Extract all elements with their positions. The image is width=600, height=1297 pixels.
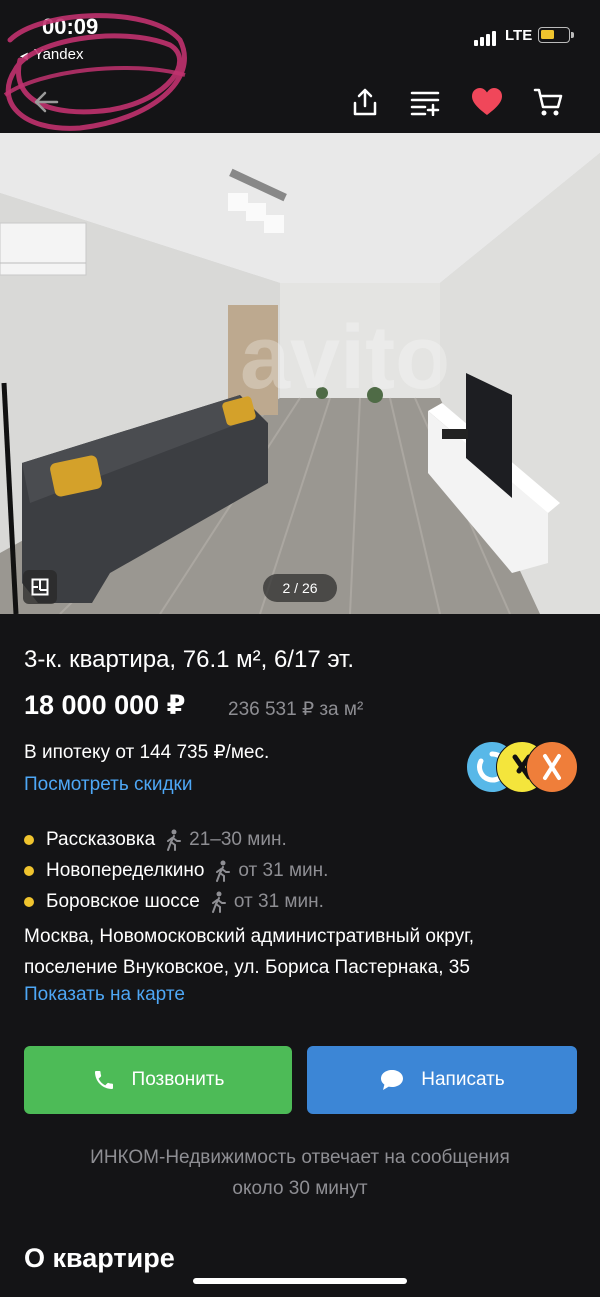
compare-icon [410,91,440,116]
floor-plan-icon [31,578,49,596]
discounts-link[interactable]: Посмотреть скидки [24,774,192,796]
metro-line-dot [24,835,34,845]
share-button[interactable] [343,80,387,124]
reply-line: около 30 минут [232,1178,368,1199]
back-triangle-icon: ◀ [20,51,28,62]
back-to-app-link[interactable]: ◀ Yandex [20,46,83,63]
status-time: 00:09 [42,14,99,39]
call-button-label: Позвонить [131,1069,225,1090]
message-button[interactable]: Написать [307,1046,577,1114]
metro-name: Рассказовка [46,829,156,850]
metro-name: Новопеределкино [46,860,205,881]
message-button-label: Написать [421,1069,505,1090]
address: Москва, Новомосковский административный … [24,921,584,983]
bank-flame-icon [543,754,561,780]
compare-button[interactable] [404,80,448,124]
section-title: О квартире [24,1243,175,1273]
cart-button[interactable] [526,80,570,124]
listing-price: 18 000 000 ₽ [24,690,186,720]
listing-photo[interactable]: avito [0,133,600,614]
reply-line: ИНКОМ-Недвижимость отвечает на сообщения [90,1147,510,1168]
signal-icon [474,30,500,46]
back-arrow-icon [34,91,59,113]
metro-walk-time: 21–30 мин. [189,829,287,850]
heart-icon [472,88,502,115]
avito-watermark: avito [240,308,450,408]
share-icon [353,88,377,116]
metro-name: Боровское шоссе [46,891,200,912]
status-bar: 00:09 ◀ Yandex LTE [0,0,600,80]
floor-plan-button[interactable] [23,570,57,604]
photo-counter: 2 / 26 [263,574,337,602]
metro-station: Рассказовка 21–30 мин. [24,828,287,852]
walking-icon [211,891,226,913]
cart-icon [533,88,563,116]
metro-walk-time: от 31 мин. [233,891,324,912]
metro-station: Боровское шоссе от 31 мин. [24,890,324,914]
seller-reply-time: ИНКОМ-Недвижимость отвечает на сообщения… [24,1142,576,1204]
address-line: Москва, Новомосковский административный … [24,926,475,947]
back-app-label: Yandex [33,46,84,63]
room-illustration: avito [0,133,600,614]
walking-icon [216,860,231,882]
favorite-button[interactable] [465,80,509,124]
listing-title: 3-к. квартира, 76.1 м², 6/17 эт. [24,646,355,673]
bank-logo-3 [526,741,578,793]
battery-icon [538,27,574,43]
metro-station: Новопеределкино от 31 мин. [24,859,328,883]
price-per-meter: 236 531 ₽ за м² [228,699,364,720]
call-button[interactable]: Позвонить [24,1046,292,1114]
network-label: LTE [505,27,533,44]
metro-line-dot [24,897,34,907]
metro-walk-time: от 31 мин. [238,860,329,881]
address-line: поселение Внуковское, ул. Бориса Пастерн… [24,957,470,978]
chat-bubble-icon [381,1070,404,1090]
back-button[interactable] [24,80,68,124]
metro-line-dot [24,866,34,876]
mortgage-info: В ипотеку от 144 735 ₽/мес. [24,742,270,763]
bank-logos[interactable] [466,741,578,795]
show-on-map-link[interactable]: Показать на карте [24,984,185,1006]
phone-icon [94,1071,113,1089]
home-indicator[interactable] [193,1278,407,1284]
walking-icon [167,829,182,851]
